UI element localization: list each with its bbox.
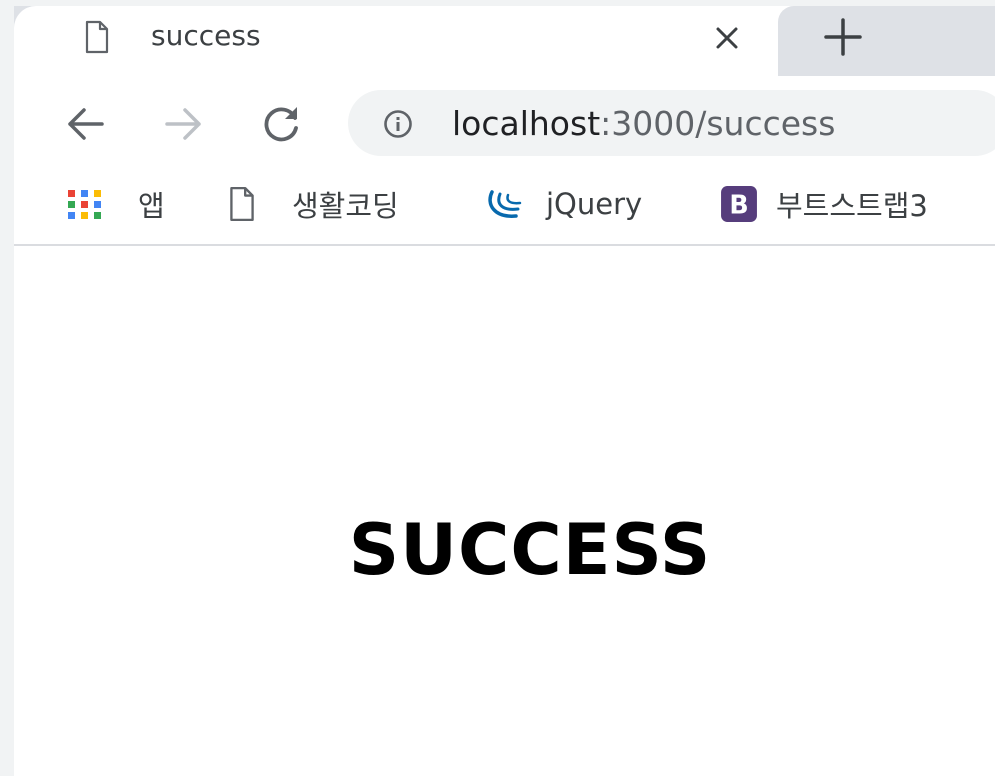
plus-icon (824, 18, 862, 56)
bookmark-jquery[interactable]: jQuery (486, 184, 642, 224)
browser-window: success localhost:3000/success 앱 생활코딩 jQ… (0, 0, 995, 776)
bookmark-label: 앱 (138, 189, 165, 223)
bookmark-saenghwalcoding[interactable]: 생활코딩 (228, 184, 399, 224)
reload-icon (264, 107, 298, 142)
arrow-right-icon (165, 108, 201, 140)
new-tab-button[interactable] (820, 14, 866, 60)
page-icon (230, 186, 254, 222)
window-left-edge (0, 0, 14, 776)
forward-button[interactable] (157, 98, 209, 150)
tab-success[interactable] (14, 6, 778, 76)
bookmark-label: jQuery (546, 187, 643, 221)
apps-grid-icon (68, 190, 101, 219)
tab-title: success (151, 19, 261, 52)
tab-left-edge-inner (14, 6, 40, 76)
close-icon (716, 27, 738, 49)
info-icon[interactable] (383, 109, 413, 139)
bookmark-label: 생활코딩 (292, 189, 399, 223)
jquery-icon (488, 190, 522, 218)
tab-close-button[interactable] (707, 18, 747, 58)
bookmark-label: 부트스트랩3 (776, 189, 928, 223)
arrow-left-icon (68, 108, 104, 140)
back-button[interactable] (60, 98, 112, 150)
page-icon (85, 20, 109, 54)
page-heading: SUCCESS (348, 509, 712, 591)
url-text[interactable]: localhost:3000/success (452, 103, 835, 145)
reload-button[interactable] (256, 98, 308, 150)
url-path: :3000/success (600, 104, 836, 143)
bookmark-apps[interactable]: 앱 (64, 184, 165, 224)
tab-strip-background (778, 6, 995, 76)
bootstrap-icon: B (721, 186, 757, 222)
svg-text:B: B (729, 190, 748, 220)
url-host: localhost (452, 104, 601, 143)
bookmark-bootstrap[interactable]: B 부트스트랩3 (720, 184, 928, 224)
